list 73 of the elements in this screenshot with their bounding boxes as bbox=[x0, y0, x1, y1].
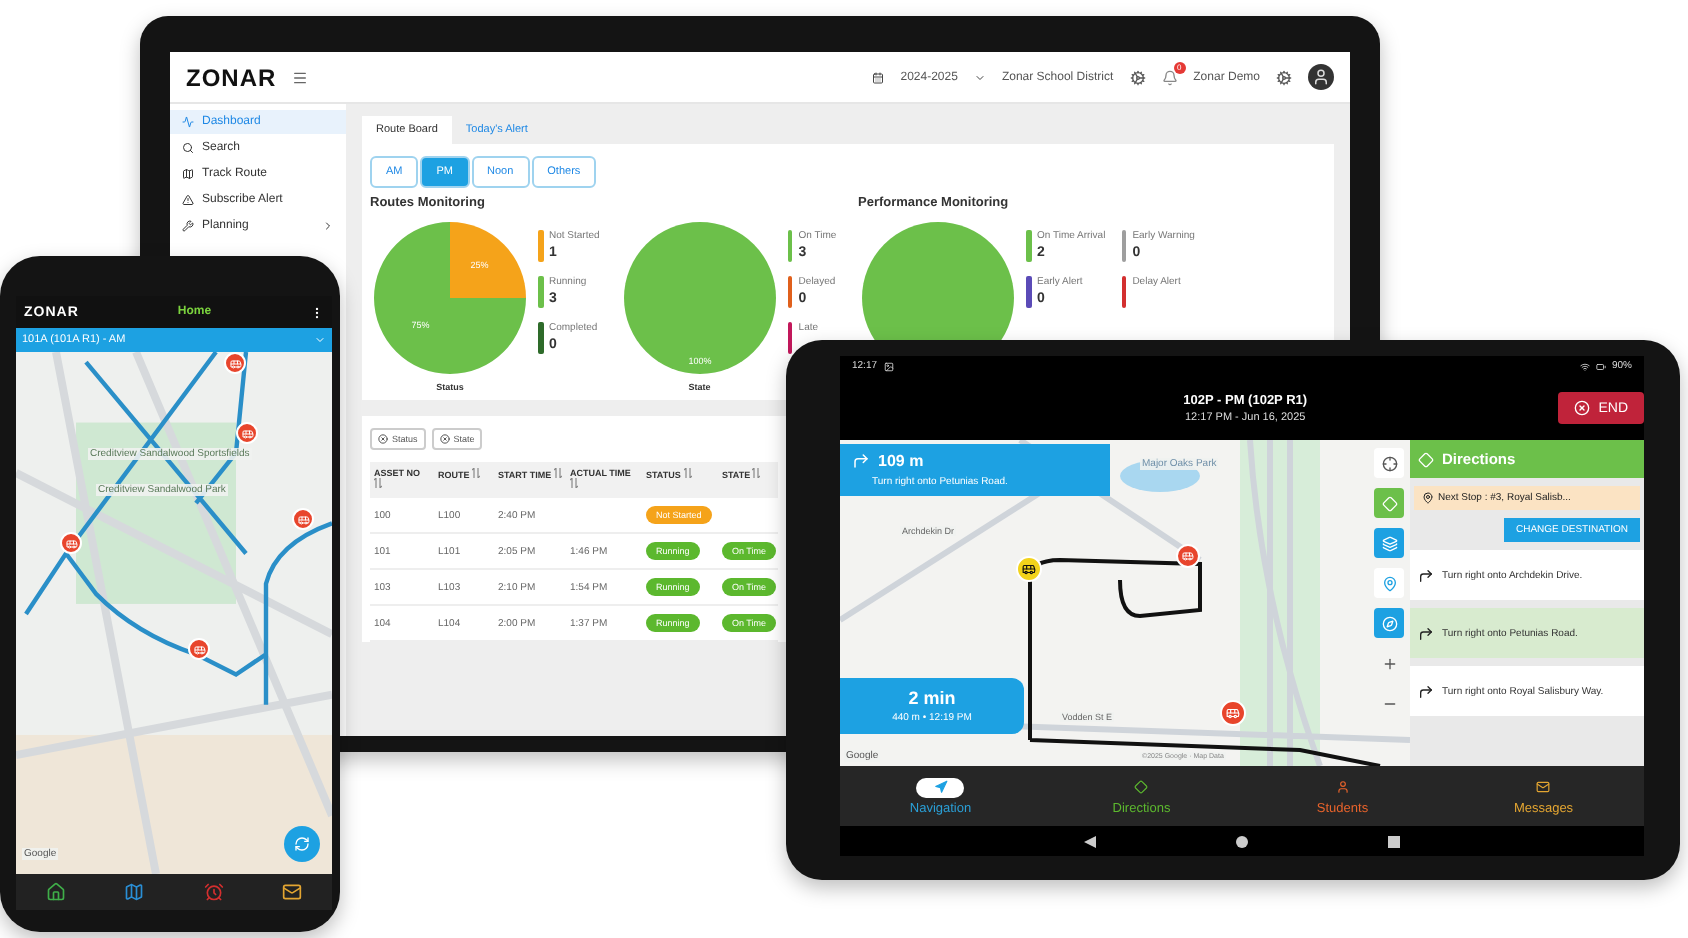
bus-icon bbox=[1226, 706, 1240, 720]
bus-icon bbox=[193, 643, 205, 655]
directions-icon bbox=[1134, 780, 1149, 794]
bus-icon bbox=[297, 513, 309, 525]
crosshair-icon bbox=[1381, 455, 1397, 471]
alarm-icon[interactable] bbox=[203, 882, 224, 902]
avatar[interactable] bbox=[1308, 64, 1334, 90]
pin-icon bbox=[1381, 575, 1397, 591]
turn-distance: 109 m bbox=[878, 452, 924, 470]
locate-button[interactable] bbox=[1374, 448, 1404, 478]
warning-icon bbox=[182, 194, 194, 206]
settings-icon[interactable] bbox=[1276, 69, 1292, 85]
logo: ZONAR bbox=[186, 63, 277, 91]
sort-icon[interactable] bbox=[752, 468, 761, 478]
wifi-icon bbox=[1579, 361, 1590, 371]
close-icon bbox=[1574, 400, 1591, 416]
bus-stop-pin-icon[interactable] bbox=[188, 638, 210, 660]
mail-icon[interactable] bbox=[282, 882, 303, 902]
bell-icon[interactable] bbox=[1161, 69, 1178, 85]
bus-stop-pin-icon[interactable] bbox=[292, 508, 314, 530]
sort-icon[interactable] bbox=[374, 478, 382, 489]
bus-stop-pin-icon[interactable] bbox=[60, 532, 82, 554]
bus-stop-pin-icon[interactable] bbox=[236, 422, 258, 444]
sort-icon[interactable] bbox=[683, 468, 692, 478]
close-icon[interactable] bbox=[378, 434, 388, 444]
bus-icon bbox=[241, 427, 253, 439]
compass-icon bbox=[1381, 615, 1397, 631]
sort-icon[interactable] bbox=[472, 468, 481, 478]
eta-time: 2 min bbox=[908, 688, 956, 708]
pin-button[interactable] bbox=[1374, 568, 1404, 598]
students-icon bbox=[1335, 780, 1350, 794]
messages-icon bbox=[1536, 780, 1551, 794]
bus-icon bbox=[1182, 550, 1194, 562]
navigation-icon bbox=[933, 780, 948, 794]
home-icon[interactable] bbox=[45, 882, 66, 902]
turn-right-icon bbox=[1418, 683, 1434, 699]
stop-pin-icon[interactable] bbox=[1176, 544, 1200, 568]
turn-right-icon bbox=[1418, 567, 1434, 583]
home-icon[interactable] bbox=[1236, 835, 1248, 847]
sort-icon[interactable] bbox=[553, 468, 562, 478]
chevron-icon bbox=[322, 220, 334, 232]
turn-right-icon bbox=[1418, 625, 1434, 641]
bus-icon bbox=[65, 537, 77, 549]
pulse-icon bbox=[182, 116, 194, 128]
more-icon[interactable] bbox=[310, 305, 324, 319]
wrench-icon bbox=[182, 220, 194, 232]
plus-icon bbox=[1381, 655, 1397, 671]
caret-icon bbox=[973, 71, 986, 83]
diamond-icon bbox=[1418, 451, 1434, 467]
layers-button[interactable] bbox=[1374, 528, 1404, 558]
bus-stop-pin-icon[interactable] bbox=[224, 352, 246, 374]
map-icon[interactable] bbox=[124, 882, 145, 902]
map-icon bbox=[182, 168, 194, 180]
back-icon[interactable] bbox=[1084, 835, 1096, 847]
compass-button[interactable] bbox=[1374, 608, 1404, 638]
diamond-icon bbox=[1381, 495, 1397, 511]
menu-icon[interactable] bbox=[292, 69, 309, 85]
bus-icon bbox=[229, 357, 241, 369]
recents-icon[interactable] bbox=[1388, 835, 1400, 847]
caret-icon bbox=[314, 334, 326, 346]
directions-button[interactable] bbox=[1374, 488, 1404, 518]
refresh-icon bbox=[294, 836, 310, 852]
pin-icon bbox=[1422, 492, 1434, 504]
layers-icon bbox=[1381, 535, 1397, 551]
close-icon[interactable] bbox=[439, 434, 450, 444]
calendar-icon bbox=[872, 71, 885, 83]
settings-icon[interactable] bbox=[1129, 69, 1146, 85]
image-icon bbox=[883, 361, 894, 371]
sort-icon[interactable] bbox=[570, 478, 578, 489]
turn-right-icon bbox=[852, 452, 870, 470]
battery-icon bbox=[1595, 361, 1606, 371]
bus-glyph-icon bbox=[1022, 562, 1036, 576]
search-icon bbox=[182, 142, 194, 154]
